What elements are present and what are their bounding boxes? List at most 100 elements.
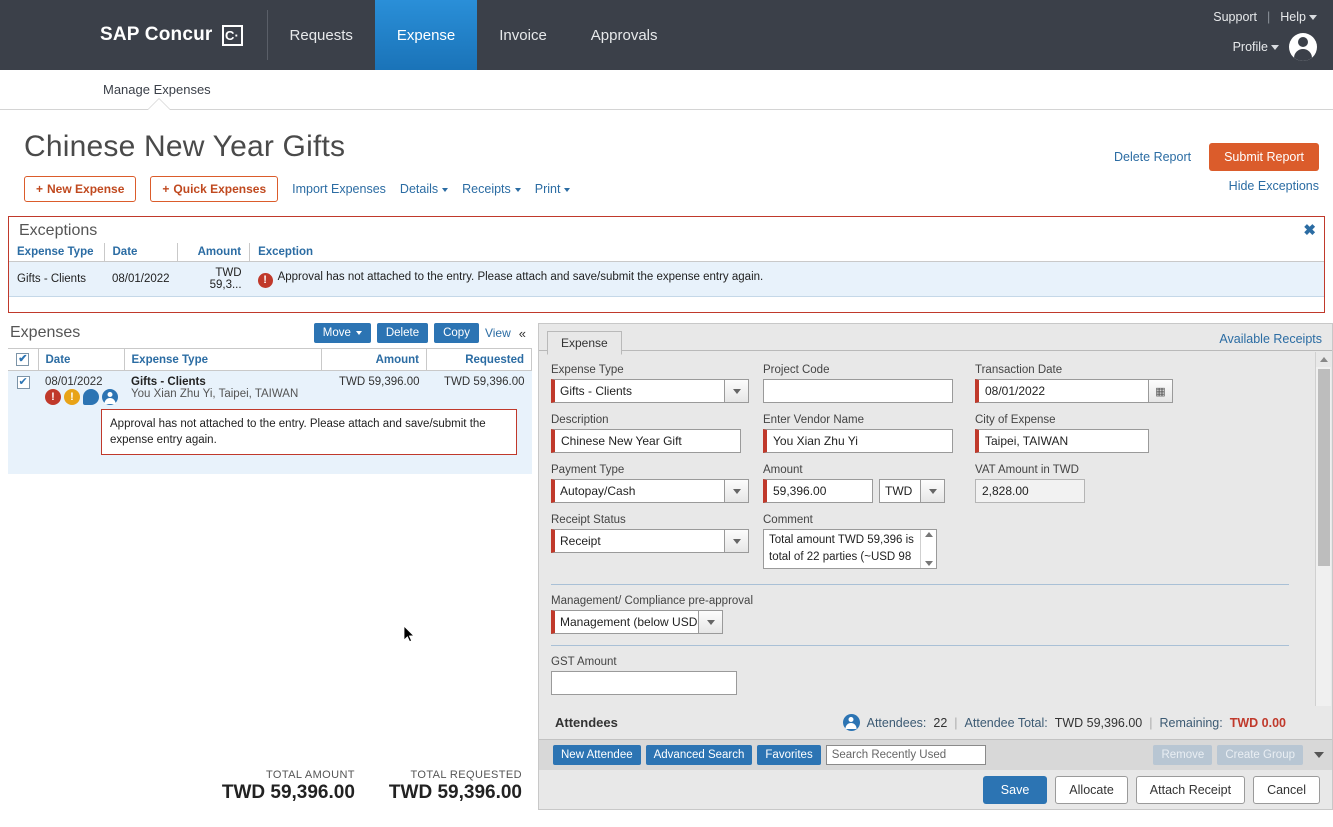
search-input[interactable]: Search Recently Used (825, 745, 986, 765)
profile-menu[interactable]: Profile (1233, 40, 1279, 54)
select-all-header (8, 348, 39, 371)
stats-separator: | (954, 715, 958, 730)
description-label: Description (551, 414, 609, 426)
attendees-count-label: Attendees: (866, 715, 927, 730)
available-receipts-link[interactable]: Available Receipts (1219, 332, 1322, 346)
receipt-status-select[interactable]: Receipt (551, 529, 763, 553)
subnav-item-manage-expenses[interactable]: Manage Expenses (103, 82, 211, 97)
form-divider-2 (551, 645, 1289, 646)
expenses-col-amount: Amount (321, 348, 427, 371)
details-menu[interactable]: Details (400, 182, 449, 196)
scrollbar-thumb[interactable] (1318, 369, 1330, 566)
city-of-expense-label: City of Expense (975, 414, 1056, 426)
new-expense-button[interactable]: + New Expense (24, 176, 137, 202)
sap-concur-logo[interactable]: SAP Concur C· (0, 0, 267, 70)
avatar[interactable] (1289, 32, 1317, 61)
pre-approval-select[interactable]: Management (below USD300 (551, 610, 1314, 634)
city-of-expense-input[interactable]: Taipei, TAIWAN (975, 429, 1149, 453)
project-code-input[interactable] (763, 379, 953, 403)
nav-item-approvals[interactable]: Approvals (569, 0, 680, 70)
concur-mark-icon: C· (221, 24, 243, 46)
field-payment-type: Payment Type Autopay/Cash (551, 464, 763, 503)
plus-icon: + (162, 182, 170, 196)
attach-receipt-button[interactable]: Attach Receipt (1135, 776, 1246, 804)
total-requested-block: TOTAL REQUESTED TWD 59,396.00 (389, 769, 522, 804)
expense-detail-panel: Expense Available Receipts Expense Type … (538, 323, 1333, 810)
warning-icon[interactable]: ! (64, 389, 80, 405)
expense-type-select[interactable]: Gifts - Clients (551, 379, 763, 403)
chevron-down-icon[interactable] (725, 479, 749, 503)
chevron-down-icon[interactable] (921, 479, 945, 503)
print-menu[interactable]: Print (535, 182, 571, 196)
help-menu[interactable]: Help (1280, 10, 1317, 24)
hide-exceptions-link[interactable]: Hide Exceptions (1229, 179, 1319, 193)
view-menu[interactable]: View (485, 326, 511, 340)
favorites-button[interactable]: Favorites (757, 745, 821, 765)
exception-date: 08/01/2022 (104, 261, 178, 297)
expenses-col-requested: Requested (426, 348, 532, 371)
payment-type-select[interactable]: Autopay/Cash (551, 479, 763, 503)
cancel-button[interactable]: Cancel (1253, 776, 1320, 804)
import-expenses-link[interactable]: Import Expenses (292, 182, 386, 196)
allocate-button[interactable]: Allocate (1055, 776, 1128, 804)
subnav-active-arrow (148, 99, 170, 110)
save-button[interactable]: Save (982, 776, 1048, 804)
attendees-icon[interactable] (102, 389, 118, 405)
submit-report-button[interactable]: Submit Report (1209, 143, 1319, 171)
expenses-col-expense-type: Expense Type (124, 348, 322, 371)
chevron-down-icon[interactable] (725, 379, 749, 403)
chevron-down-icon[interactable] (699, 610, 723, 634)
page-content: Chinese New Year Gifts Delete Report Sub… (0, 110, 1333, 202)
description-input[interactable]: Chinese New Year Gift (551, 429, 741, 453)
row-checkbox[interactable] (16, 375, 30, 389)
quick-expenses-button[interactable]: + Quick Expenses (150, 176, 279, 202)
remaining-label: Remaining: (1159, 715, 1223, 730)
table-header-row: Date Expense Type Amount Requested (8, 348, 532, 371)
top-right-utilities: Support | Help Profile (1213, 0, 1333, 70)
vat-amount-input[interactable]: 2,828.00 (975, 479, 1085, 503)
scroll-up-icon[interactable] (924, 532, 933, 537)
scroll-down-icon[interactable] (924, 561, 933, 566)
expense-type-value: Gifts - Clients (551, 379, 725, 403)
scroll-down-icon[interactable] (1314, 752, 1324, 758)
gst-amount-input[interactable] (551, 671, 737, 695)
expenses-table: Date Expense Type Amount Requested 08/01… (8, 348, 532, 475)
currency-select[interactable]: TWD (879, 479, 945, 503)
chevron-down-icon[interactable] (725, 529, 749, 553)
transaction-date-input[interactable]: 08/01/2022 (975, 379, 1149, 403)
delete-report-link[interactable]: Delete Report (1114, 150, 1191, 164)
collapse-panel-icon[interactable]: « (517, 326, 526, 341)
scroll-up-icon[interactable] (1316, 352, 1331, 367)
field-comment: Comment Total amount TWD 59,396 is total… (763, 514, 975, 569)
amount-input[interactable]: 59,396.00 (763, 479, 873, 503)
close-icon[interactable]: ✖ (1303, 223, 1316, 238)
nav-item-expense[interactable]: Expense (374, 0, 478, 70)
copy-button[interactable]: Copy (434, 323, 479, 343)
move-button[interactable]: Move (313, 323, 371, 343)
error-icon[interactable]: ! (45, 389, 61, 405)
calendar-icon[interactable]: ▦ (1149, 379, 1173, 403)
receipts-menu[interactable]: Receipts (462, 182, 521, 196)
nav-item-requests[interactable]: Requests (268, 0, 375, 70)
form-column-1: Expense Type Gifts - Clients Description… (551, 364, 763, 580)
main-split-area: Expenses Move Delete Copy View « Date Ex… (0, 323, 1333, 810)
delete-button[interactable]: Delete (376, 323, 429, 343)
table-row[interactable]: Gifts - Clients 08/01/2022 TWD 59,3... !… (9, 261, 1324, 297)
payment-type-value: Autopay/Cash (551, 479, 725, 503)
support-link[interactable]: Support (1213, 10, 1257, 24)
select-all-checkbox[interactable] (16, 352, 30, 366)
comment-scrollbar[interactable] (920, 530, 936, 568)
expenses-list-actions: Move Delete Copy View « (313, 323, 526, 343)
form-scrollbar[interactable] (1315, 352, 1331, 706)
comment-textarea[interactable]: Total amount TWD 59,396 is total of 22 p… (763, 529, 937, 569)
expense-form: Expense Type Gifts - Clients Description… (539, 352, 1314, 706)
nav-item-invoice[interactable]: Invoice (477, 0, 569, 70)
form-column-3: Transaction Date 08/01/2022 ▦ City of Ex… (975, 364, 1175, 580)
new-attendee-button[interactable]: New Attendee (553, 745, 641, 765)
chevron-down-icon (1271, 44, 1279, 50)
total-requested-label: TOTAL REQUESTED (410, 769, 522, 781)
vendor-name-input[interactable]: You Xian Zhu Yi (763, 429, 953, 453)
advanced-search-button[interactable]: Advanced Search (645, 745, 753, 765)
comment-icon[interactable] (83, 389, 99, 405)
row-expense-type-cell: Gifts - Clients You Xian Zhu Yi, Taipei,… (124, 370, 322, 405)
